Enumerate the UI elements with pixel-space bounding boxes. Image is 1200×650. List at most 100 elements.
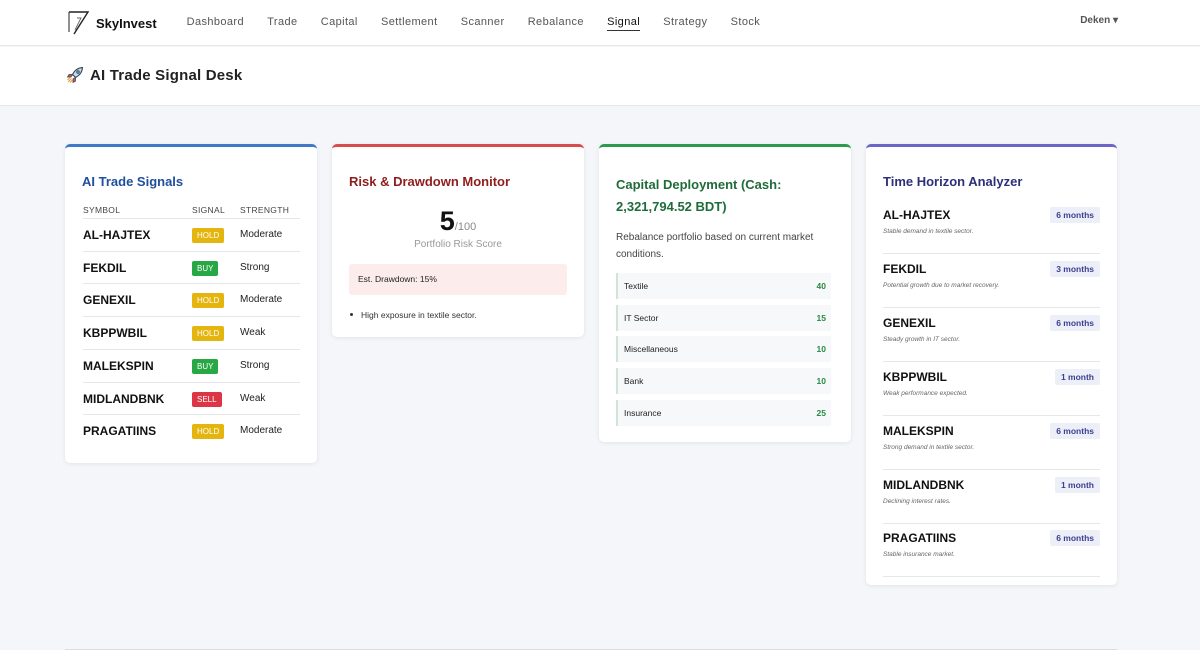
table-row[interactable]: MALEKSPIN BUY Strong [83, 348, 300, 382]
risk-note: High exposure in textile sector. [350, 310, 477, 320]
nav-signal[interactable]: Signal [596, 0, 652, 46]
signal-symbol: MIDLANDBNK [83, 391, 165, 406]
signal-strength: Weak [240, 327, 266, 339]
signal-strength: Moderate [240, 425, 283, 437]
ai-trade-signals-card: AI Trade Signals SYMBOL SIGNAL STRENGTH … [65, 144, 317, 463]
signal-badge: HOLD [192, 293, 225, 309]
horizon-badge: 6 months [1050, 207, 1100, 223]
horizon-note: Stable insurance market. [883, 551, 955, 559]
table-row[interactable]: MIDLANDBNK SELL Weak [83, 381, 300, 415]
main-nav: Dashboard Trade Capital Settlement Scanner Re… [175, 0, 772, 46]
sector-value: 10 [816, 376, 826, 387]
table-row[interactable]: FEKDIL BUY Strong [83, 250, 300, 284]
signal-strength: Moderate [240, 229, 283, 240]
brand-name: SkyInvest [96, 15, 157, 31]
signal-badge: BUY [192, 260, 219, 276]
list-item: KBPPWBIL Weak performance expected. 1 mont… [883, 362, 1100, 416]
horizon-note: Potential growth due to market recovery. [883, 281, 1000, 289]
column-header-signal: SIGNAL [192, 205, 225, 215]
nav-stock[interactable]: Stock [719, 0, 772, 46]
risk-score-max: /100 [454, 221, 477, 233]
horizon-badge: 3 months [1050, 260, 1100, 277]
table-row[interactable]: AL-HAJTEX HOLD Moderate [83, 218, 300, 251]
signal-strength: Strong [240, 261, 270, 273]
horizon-note: Declining interest rates. [883, 497, 951, 505]
rocket-icon [66, 66, 84, 84]
horizon-note: Steady growth in IT sector. [883, 335, 961, 343]
horizon-symbol: PRAGATIINS [883, 531, 957, 546]
sector-row: Insurance 25 [616, 399, 831, 426]
nav-scanner[interactable]: Scanner [449, 0, 516, 46]
capital-deployment-card: Capital Deployment (Cash: 2,321,794.52 B… [599, 144, 851, 442]
horizon-symbol: MALEKSPIN [883, 423, 954, 438]
sector-name: Bank [624, 376, 644, 387]
signal-badge: HOLD [192, 424, 225, 440]
sector-name: Textile [624, 281, 649, 291]
table-row[interactable]: GENEXIL HOLD Moderate [83, 283, 300, 316]
signal-symbol: FEKDIL [83, 260, 127, 275]
card-title: Risk & Drawdown Monitor [349, 174, 511, 189]
sector-value: 40 [816, 281, 826, 291]
horizon-note: Stable demand in textile sector. [883, 228, 974, 235]
sector-value: 10 [816, 344, 826, 355]
table-row[interactable]: KBPPWBIL HOLD Weak [83, 316, 300, 349]
card-title: Time Horizon Analyzer [883, 174, 1023, 189]
sector-name: Insurance [624, 407, 662, 418]
deployment-description: Rebalance portfolio based on current mar… [616, 232, 814, 260]
table-row[interactable]: PRAGATIINS HOLD Moderate [83, 414, 300, 447]
nav-rebalance[interactable]: Rebalance [516, 0, 595, 46]
list-item: GENEXIL Steady growth in IT sector. 6 mont… [883, 308, 1100, 362]
horizon-symbol: MIDLANDBNK [883, 477, 965, 492]
nav-settlement[interactable]: Settlement [369, 0, 449, 46]
sector-value: 15 [816, 312, 826, 323]
risk-score: 5/100 [332, 206, 584, 237]
signal-symbol: AL-HAJTEX [83, 228, 151, 242]
sector-row: IT Sector 15 [616, 304, 831, 331]
horizon-note: Strong demand in textile sector. [883, 443, 975, 451]
risk-score-label: Portfolio Risk Score [414, 239, 502, 250]
signal-badge: HOLD [192, 326, 225, 342]
signal-symbol: GENEXIL [83, 293, 136, 308]
horizon-badge: 1 month [1054, 368, 1100, 385]
risk-drawdown-card: Risk & Drawdown Monitor 5/100 Portfolio … [332, 144, 584, 337]
nav-strategy[interactable]: Strategy [652, 0, 719, 46]
top-navbar: SkyInvest Dashboard Trade Capital Settlemen… [0, 0, 1200, 46]
list-item: AL-HAJTEX Stable demand in textile sector… [883, 200, 1100, 254]
signal-badge: SELL [192, 391, 222, 407]
brand[interactable]: SkyInvest [66, 10, 157, 36]
sector-value: 25 [816, 407, 826, 418]
table-header: SYMBOL SIGNAL STRENGTH [83, 205, 300, 219]
card-title: Capital Deployment (Cash: 2,321,794.52 B… [616, 177, 782, 214]
sector-row: Textile 40 [616, 273, 831, 299]
column-header-strength: STRENGTH [240, 205, 290, 215]
signal-symbol: KBPPWBIL [83, 326, 147, 341]
horizon-badge: 1 month [1054, 476, 1100, 493]
nav-dashboard[interactable]: Dashboard [175, 0, 256, 46]
horizon-badge: 6 months [1050, 530, 1100, 547]
drawdown-alert: Est. Drawdown: 15% [349, 264, 567, 295]
list-item: MALEKSPIN Strong demand in textile sector… [883, 416, 1100, 470]
page-header: AI Trade Signal Desk [0, 47, 1200, 106]
card-title: AI Trade Signals [82, 174, 184, 189]
horizon-symbol: FEKDIL [883, 261, 927, 276]
nav-capital[interactable]: Capital [309, 0, 369, 46]
signal-symbol: PRAGATIINS [83, 424, 157, 439]
list-item: PRAGATIINS Stable insurance market. 6 mont… [883, 523, 1100, 578]
horizon-symbol: AL-HAJTEX [883, 208, 951, 222]
signal-strength: Moderate [240, 294, 283, 306]
sector-name: IT Sector [624, 312, 659, 323]
signal-symbol: MALEKSPIN [83, 358, 154, 373]
list-item: FEKDIL Potential growth due to market rec… [883, 254, 1100, 308]
nav-trade[interactable]: Trade [256, 0, 310, 46]
sector-name: Miscellaneous [624, 344, 678, 355]
column-header-symbol: SYMBOL [83, 205, 121, 215]
user-menu-dropdown[interactable]: Deken ▾ [1080, 15, 1118, 26]
logo-icon [68, 11, 90, 35]
signal-badge: HOLD [192, 228, 225, 243]
signal-badge: BUY [192, 358, 219, 374]
signal-strength: Strong [240, 359, 270, 371]
horizon-badge: 6 months [1050, 422, 1100, 439]
signal-strength: Weak [240, 392, 266, 404]
horizon-symbol: GENEXIL [883, 315, 936, 330]
sector-row: Bank 10 [616, 368, 831, 395]
